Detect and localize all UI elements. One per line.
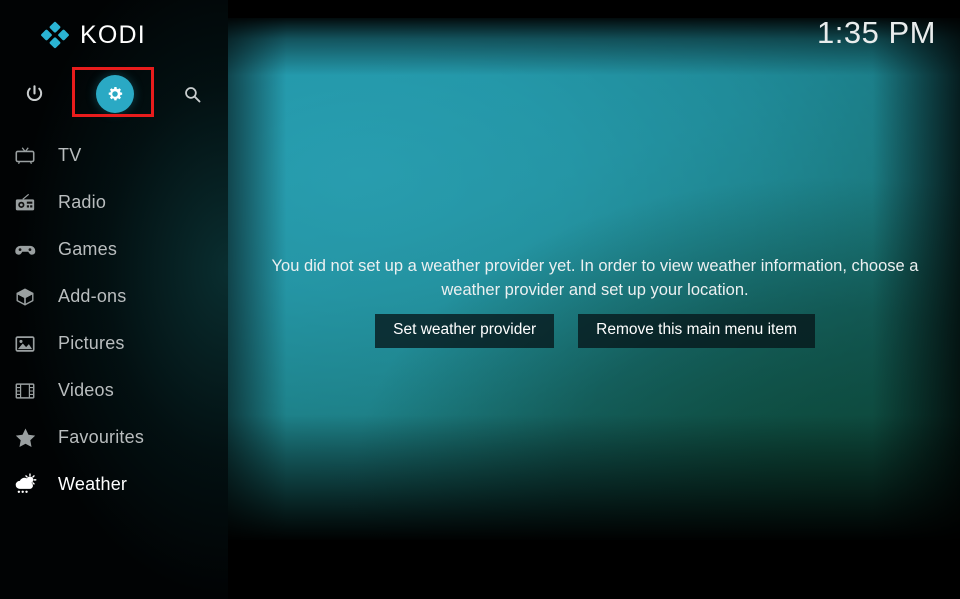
sidebar-item-radio[interactable]: Radio (0, 179, 228, 226)
power-button[interactable] (10, 68, 58, 120)
settings-button-circle (96, 75, 134, 113)
sidebar-item-videos[interactable]: Videos (0, 367, 228, 414)
app-name: KODI (80, 20, 146, 49)
sidebar-item-label: Favourites (58, 427, 145, 447)
kodi-home-screen: 1:35 PM You did not set up a weather pro… (0, 0, 960, 599)
sidebar-item-label: Add-ons (58, 286, 127, 306)
search-icon (184, 86, 200, 102)
weather-icon (8, 470, 42, 500)
sidebar-item-addons[interactable]: Add-ons (0, 273, 228, 320)
settings-button[interactable] (74, 68, 156, 120)
remove-main-menu-item-button[interactable]: Remove this main menu item (578, 314, 815, 348)
star-icon (8, 423, 42, 453)
picture-icon (8, 329, 42, 359)
sidebar-item-label: Weather (58, 474, 128, 494)
sidebar-item-label: Pictures (58, 333, 125, 353)
set-weather-provider-button[interactable]: Set weather provider (375, 314, 555, 348)
main-menu: TV Radio Games Add-ons Pictures Videos F… (0, 132, 228, 508)
sidebar-item-weather[interactable]: Weather (0, 461, 228, 508)
sidebar-item-label: TV (58, 145, 82, 165)
power-icon (26, 84, 42, 101)
weather-setup-message-block: You did not set up a weather provider ye… (250, 255, 940, 303)
sidebar-item-favourites[interactable]: Favourites (0, 414, 228, 461)
tv-icon (8, 141, 42, 171)
radio-icon (8, 188, 42, 218)
filmstrip-icon (8, 376, 42, 406)
app-logo: KODI (40, 20, 146, 50)
top-icon-bar (0, 68, 228, 120)
action-button-row: Set weather provider Remove this main me… (250, 314, 940, 348)
sidebar-item-pictures[interactable]: Pictures (0, 320, 228, 367)
box-icon (8, 282, 42, 312)
sidebar-item-label: Games (58, 239, 118, 259)
search-button[interactable] (168, 68, 216, 120)
gear-icon (108, 87, 123, 101)
sidebar-item-label: Radio (58, 192, 107, 212)
kodi-diamond-logo-icon (41, 21, 69, 49)
gamepad-icon (8, 235, 42, 265)
weather-setup-message: You did not set up a weather provider ye… (271, 257, 919, 299)
sidebar-item-tv[interactable]: TV (0, 132, 228, 179)
sidebar: KODI TV Radio Games Add-ons Pictures Vid… (0, 0, 228, 599)
sidebar-item-games[interactable]: Games (0, 226, 228, 273)
sidebar-item-label: Videos (58, 380, 114, 400)
clock: 1:35 PM (817, 15, 936, 50)
